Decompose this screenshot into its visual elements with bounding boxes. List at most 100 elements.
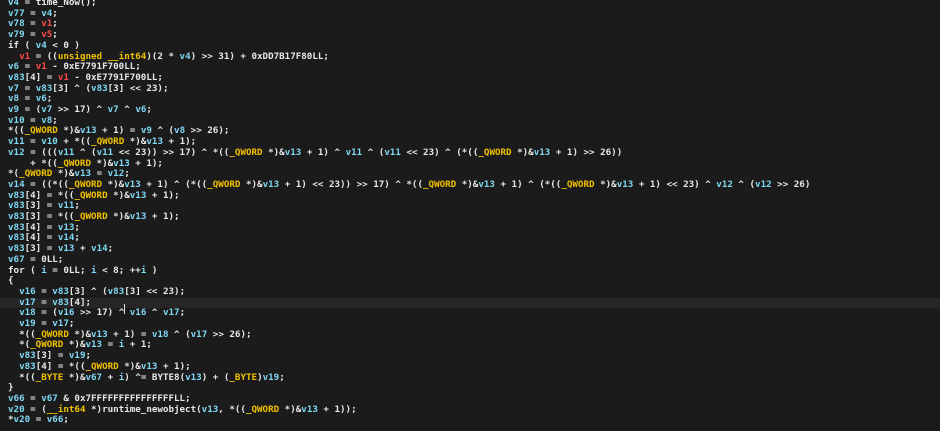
code-token: + 1) = [96,125,141,137]
code-line[interactable]: v16 = v83[3] ^ (v83[3] << 23); [0,285,940,298]
code-token: *)& [63,339,86,351]
code-line[interactable]: v83[3] = *((_QWORD *)&v13 + 1); [0,211,940,223]
code-token: { [8,275,14,287]
code-line[interactable]: *v20 = v66; [0,414,940,426]
code-token: = ((*(( [24,178,69,190]
code-token: v4 [41,7,53,19]
code-token: [4] = [24,232,58,244]
code-line[interactable]: v83[4] = *((_QWORD *)&v13 + 1); [0,189,940,202]
code-token: *)& [107,189,130,201]
code-token: [4] = [24,71,58,83]
code-line[interactable]: v83[4] = v14; [0,233,940,244]
code-token: ) >> 31) + 0xDD7B17F80LL; [190,50,329,62]
code-token: } [8,382,14,394]
code-token: v67 [41,392,58,404]
code-token: ; [52,7,58,19]
code-token: v4 [35,39,47,51]
code-token: _QWORD [207,178,241,190]
code-token: = 0LL; [46,264,92,276]
code-token: ; [124,168,130,180]
code-token: ; [74,232,80,244]
code-token: _QWORD [19,168,53,180]
code-token: v9 [8,104,20,115]
code-token: - 0xE7791F700LL; [68,71,163,83]
code-token: [4]; [68,296,92,308]
code-token: ; [74,200,80,212]
code-token: ^ ( [732,178,756,190]
code-line[interactable]: v77 = v4; [0,7,940,20]
code-token: (); [79,0,97,8]
code-token: v14 [57,232,75,244]
code-token: >> 26) [771,178,811,190]
code-token: + 1) ^ (*(( [494,178,562,190]
code-token: *)& [240,178,263,190]
code-token: v20 [8,403,25,415]
code-token: v19 [19,318,36,329]
code-token: v13 [124,178,141,190]
code-line[interactable]: *(_QWORD *)&v13 = i + 1; [0,340,940,351]
code-token: - 0xE7791F700LL; [46,61,141,73]
code-token: ; [107,243,114,255]
code-token: [3] = *(( [24,211,75,222]
code-token: __int64 [46,403,86,415]
code-token: v67 [8,253,25,265]
code-line[interactable]: for ( i = 0LL; i < 8; ++i ) [0,264,940,277]
code-token: v6 [35,93,47,105]
code-token: [3] = [24,243,58,255]
code-token: *)& [279,403,302,415]
code-line[interactable]: v1 = ((unsigned __int64)(2 * v4) >> 31) … [0,50,940,63]
code-line[interactable]: v79 = v5; [0,29,940,41]
code-token: for ( [8,264,42,276]
code-token: v13 [91,328,108,340]
code-token: ^ [118,104,136,115]
code-line[interactable]: *((_BYTE *)&v67 + i) ^= BYTE8(v13) + (_B… [0,372,940,384]
code-token: + 1); [146,211,180,222]
code-token: v13 [262,178,280,190]
code-token: v14 [91,243,108,255]
code-token: + *(( [57,136,92,148]
code-token: = [35,318,53,329]
code-token: v13 [146,136,163,148]
code-line[interactable]: v18 = (v16 >> 17) ^ v16 ^ v17; [0,307,940,319]
code-token: & 0x7FFFFFFFFFFFFFFFLL; [57,392,191,404]
code-token: v11 [384,146,401,158]
code-token: _QWORD [30,339,64,351]
code-token: v1 [57,71,69,83]
code-token: v13 [129,211,147,222]
code-token: + 1) ^ (*(( [140,178,208,190]
code-token: v12 [8,146,25,158]
decompiler-code-view[interactable]: v4 = time_Now(); v77 = v4; v78 = v1; v79 = … [0,0,940,431]
code-line[interactable]: v7 = v83[3] ^ (v83[3] << 23); [0,82,940,95]
code-token: = ( [24,403,47,415]
code-token: = [24,392,42,404]
code-token: [4] = [24,221,58,233]
code-token: v13 [85,339,103,351]
code-line[interactable]: + *((_QWORD *)&v13 + 1); [0,157,940,170]
code-token: v83 [91,82,108,94]
code-token: = ( [19,104,42,115]
code-token: >> 26); [185,125,230,137]
code-line[interactable]: v78 = v1; [0,19,940,30]
code-token: v11 [57,200,75,212]
code-token: + 1); [129,157,163,169]
code-line[interactable]: v83[3] = v13 + v14; [0,243,940,255]
code-token: , *(( [218,403,246,415]
code-token: [3] << 23); [124,285,186,297]
code-token: = [24,136,42,148]
code-line[interactable]: v4 = time_Now(); [0,0,940,9]
code-token: v11 [8,136,25,148]
code-line[interactable]: v9 = (v7 >> 17) ^ v7 ^ v6; [0,104,940,116]
code-token: v83 [107,285,125,297]
code-line[interactable]: v83[4] = v13; [0,221,940,234]
code-token: + *(( [8,157,58,169]
code-line[interactable]: v20 = (__int64 *)runtime_newobject(v13, … [0,403,940,416]
code-token: v17 [162,307,180,319]
code-token: v83 [8,71,25,83]
code-token: v13 [478,178,495,190]
code-token: v16 [19,285,36,297]
code-token: ) [146,264,158,276]
code-token: _QWORD [74,189,108,201]
